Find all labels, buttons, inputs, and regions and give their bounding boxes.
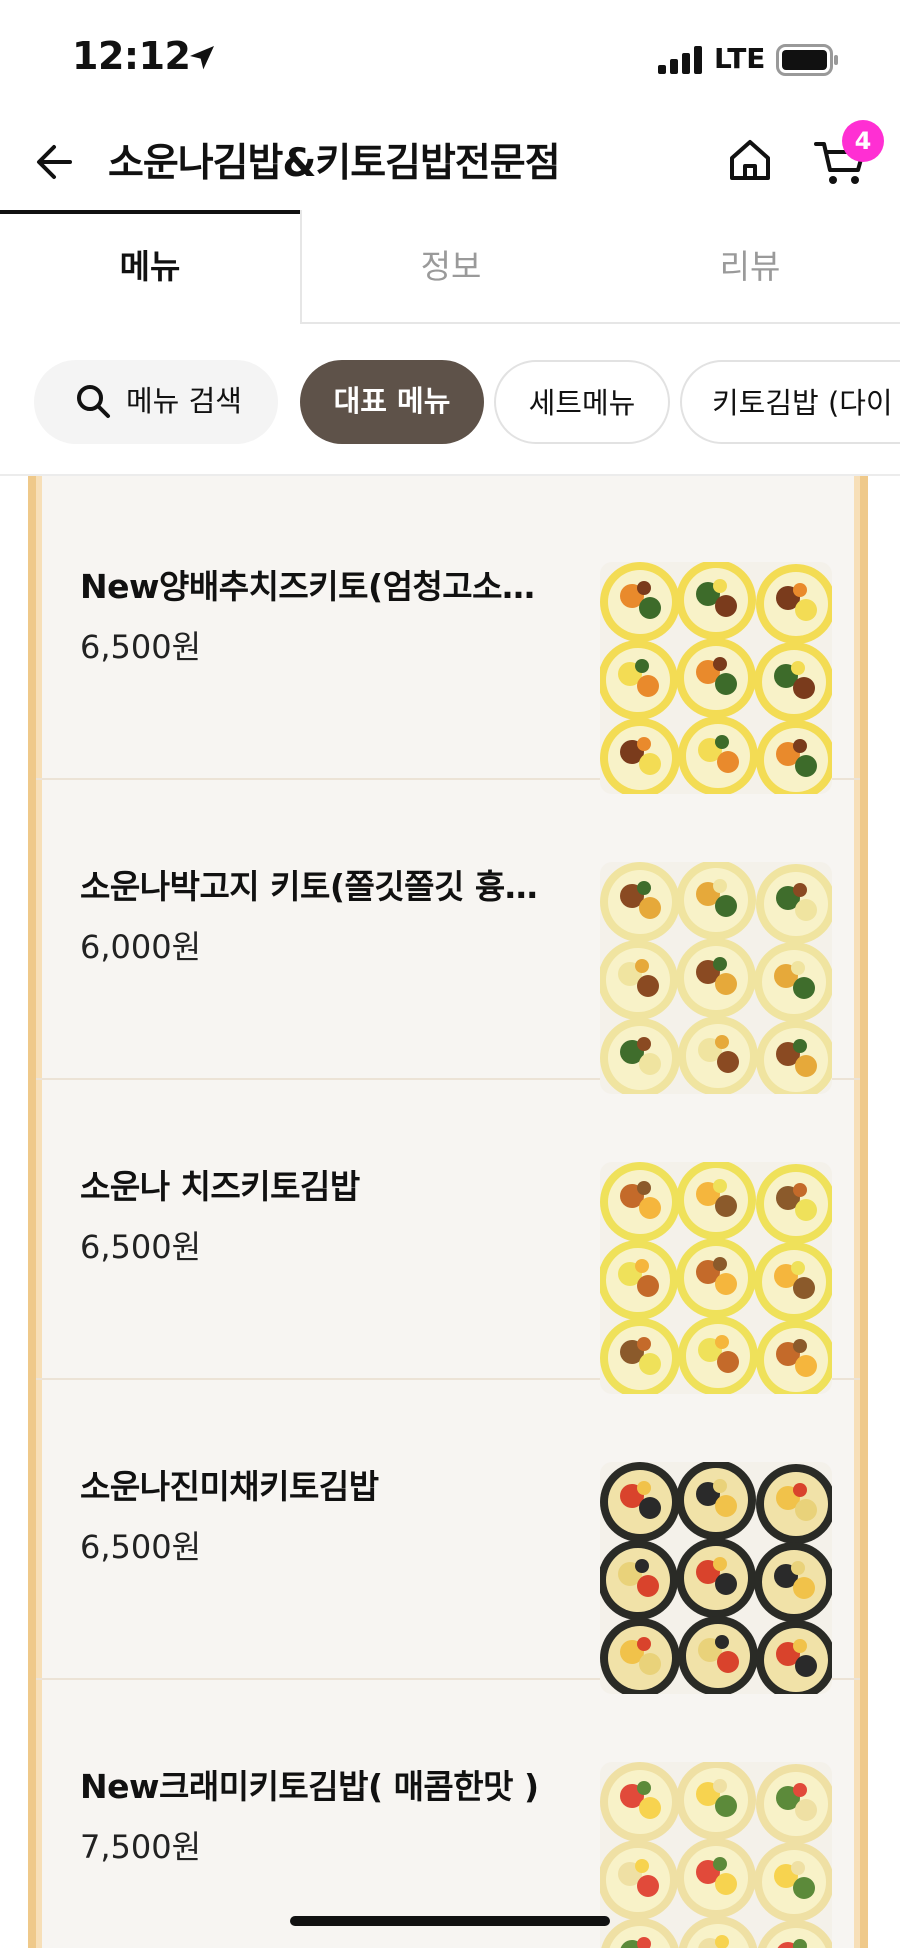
menu-list: New양배추치즈키토(엄청고소… 6,500원 소운나박고지 키토(쫄깃쫄깃 흉…: [28, 476, 868, 1948]
tab-info[interactable]: 정보: [300, 210, 600, 324]
menu-item-name: New양배추치즈키토(엄청고소…: [80, 567, 535, 606]
store-title: 소운나김밥&키토김밥전문점: [108, 141, 561, 186]
status-bar: 12:12 LTE: [0, 0, 900, 110]
kimbap-photo: [600, 862, 832, 1094]
chip-set-menu[interactable]: 세트메뉴: [494, 360, 670, 444]
battery-icon: [776, 44, 838, 76]
menu-item-photo: [600, 862, 832, 1094]
kimbap-slice: [754, 942, 832, 1022]
home-indicator: [290, 1916, 610, 1926]
kimbap-slice: [676, 638, 756, 718]
network-label: LTE: [714, 42, 766, 75]
kimbap-slice: [676, 1538, 756, 1618]
menu-item-price: 6,500원: [80, 1528, 202, 1566]
kimbap-slice: [600, 940, 678, 1020]
menu-item-price: 6,500원: [80, 628, 202, 666]
menu-item[interactable]: 소운나 치즈키토김밥 6,500원: [36, 1080, 860, 1394]
kimbap-slice: [600, 1762, 680, 1842]
kimbap-slice: [754, 1542, 832, 1622]
location-arrow-icon: [190, 46, 214, 70]
kimbap-slice: [754, 1242, 832, 1322]
chip-signature-menu[interactable]: 대표 메뉴: [300, 360, 484, 444]
menu-item-name: 소운나박고지 키토(쫄깃쫄깃 흉…: [80, 867, 538, 906]
menu-search-label: 메뉴 검색: [126, 384, 242, 418]
tab-menu[interactable]: 메뉴: [0, 210, 300, 324]
kimbap-photo: [600, 1462, 832, 1694]
kimbap-slice: [676, 862, 756, 940]
store-header: 소운나김밥&키토김밥전문점: [0, 110, 900, 210]
kimbap-slice: [754, 642, 832, 722]
kimbap-slice: [676, 1762, 756, 1840]
kimbap-slice: [600, 640, 678, 720]
menu-item[interactable]: New크래미키토김밥( 매콤한맛 ) 7,500원: [36, 1680, 860, 1948]
kimbap-slice: [600, 862, 680, 942]
kimbap-slice: [600, 562, 680, 642]
menu-item[interactable]: 소운나진미채키토김밥 6,500원: [36, 1380, 860, 1694]
search-icon: [77, 385, 110, 418]
kimbap-photo: [600, 1762, 832, 1948]
kimbap-slice: [676, 938, 756, 1018]
menu-item-photo: [600, 1462, 832, 1694]
back-arrow-icon[interactable]: [30, 136, 82, 188]
cart-count-badge: 4: [842, 120, 884, 162]
menu-item-name: 소운나진미채키토김밥: [80, 1467, 379, 1506]
category-chips: 메뉴 검색 대표 메뉴 세트메뉴 키토김밥 (다이: [0, 324, 900, 476]
store-tabs: 메뉴 정보 리뷰: [0, 210, 900, 324]
menu-item-price: 6,500원: [80, 1228, 202, 1266]
menu-item-photo: [600, 1162, 832, 1394]
menu-item[interactable]: 소운나박고지 키토(쫄깃쫄깃 흉… 6,000원: [36, 780, 860, 1094]
kimbap-slice: [600, 1162, 680, 1242]
kimbap-slice: [600, 1840, 678, 1920]
kimbap-slice: [600, 1462, 680, 1542]
menu-item-name: New크래미키토김밥( 매콤한맛 ): [80, 1767, 539, 1806]
home-icon[interactable]: [724, 134, 776, 186]
status-time: 12:12: [72, 34, 191, 78]
kimbap-photo: [600, 562, 832, 794]
menu-item-photo: [600, 1762, 832, 1948]
kimbap-slice: [600, 1240, 678, 1320]
kimbap-slice: [676, 562, 756, 640]
kimbap-slice: [676, 1838, 756, 1918]
kimbap-slice: [676, 1162, 756, 1240]
kimbap-slice: [600, 1540, 678, 1620]
menu-item-price: 6,000원: [80, 928, 202, 966]
kimbap-slice: [754, 1842, 832, 1922]
menu-item-name: 소운나 치즈키토김밥: [80, 1167, 360, 1206]
menu-item-price: 7,500원: [80, 1828, 202, 1866]
kimbap-slice: [676, 1462, 756, 1540]
kimbap-photo: [600, 1162, 832, 1394]
menu-search-button[interactable]: 메뉴 검색: [34, 360, 278, 444]
menu-item[interactable]: New양배추치즈키토(엄청고소… 6,500원: [36, 480, 860, 794]
chip-keto-kimbap[interactable]: 키토김밥 (다이: [680, 360, 900, 444]
menu-item-photo: [600, 562, 832, 794]
tab-review[interactable]: 리뷰: [600, 210, 900, 324]
signal-icon: [658, 46, 702, 74]
kimbap-slice: [676, 1238, 756, 1318]
